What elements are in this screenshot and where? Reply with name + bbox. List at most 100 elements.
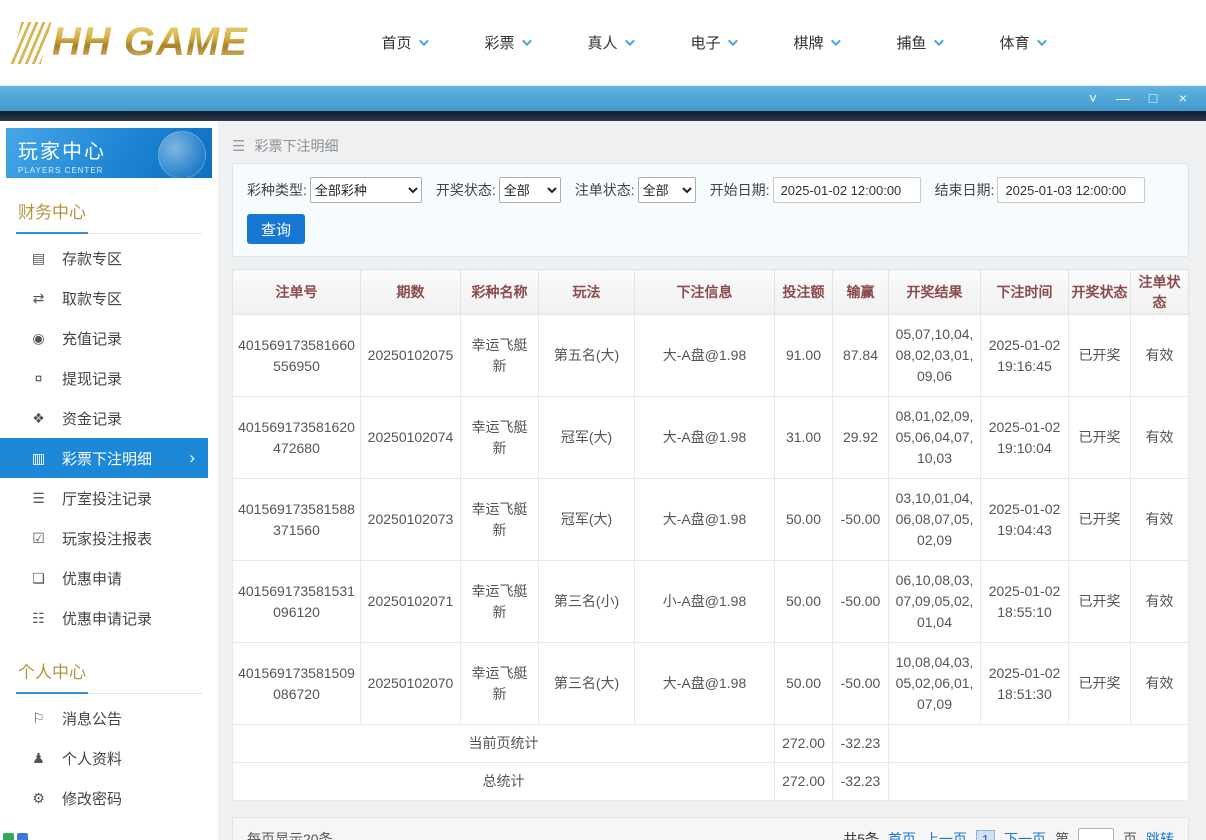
sidebar-item-funds-record[interactable]: ❖ 资金记录: [0, 398, 208, 438]
search-button[interactable]: 查询: [247, 214, 305, 244]
nav-item-label: 真人: [587, 35, 618, 52]
sidebar-item-recharge-record[interactable]: ◉ 充值记录: [0, 318, 208, 358]
cell-bet-time: 2025-01-02 19:16:45: [980, 314, 1069, 397]
cell-bet-info: 大-A盘@1.98: [634, 642, 775, 725]
deposit-icon: ▤: [31, 249, 46, 266]
sidebar-item-withdraw[interactable]: ⇄ 取款专区: [0, 278, 208, 318]
logo[interactable]: HH GAME: [10, 20, 306, 65]
chevron-down-icon[interactable]: ˅: [1078, 86, 1108, 111]
sidebar-item-profile[interactable]: ♟ 个人资料: [0, 738, 208, 778]
sidebar-item-lottery-bet-detail[interactable]: ▥ 彩票下注明细 ›: [0, 438, 208, 478]
col-header-bet-info: 下注信息: [634, 269, 775, 315]
logo-stripes-icon: [10, 21, 52, 64]
sidebar-item-label: 个人资料: [62, 750, 123, 768]
nav-item-7[interactable]: 体育: [970, 32, 1073, 53]
sidebar-title: 玩家中心: [18, 141, 106, 163]
nav-item-1[interactable]: 首页: [352, 32, 455, 53]
col-header-bet-time: 下注时间: [980, 269, 1069, 315]
nav-item-5[interactable]: 棋牌: [764, 32, 867, 53]
draw-status-select[interactable]: 全部: [498, 177, 561, 203]
nav-item-4[interactable]: 电子: [661, 32, 764, 53]
table-row: 401569173581620472680 20250102074 幸运飞艇新 冠军(…: [232, 396, 1189, 479]
cell-lottery-name: 幸运飞艇新: [460, 642, 539, 725]
sidebar-item-room-bet-record[interactable]: ☰ 厅室投注记录: [0, 478, 208, 518]
chevron-down-icon: [624, 36, 635, 47]
lottery-type-select[interactable]: 全部彩种: [309, 177, 422, 203]
cell-bet-amount: 31.00: [774, 396, 833, 479]
cell-win-loss: -50.00: [832, 560, 889, 643]
sidebar-item-promo-apply-record[interactable]: ☷ 优惠申请记录: [0, 598, 208, 638]
gear-icon: ⚙: [32, 789, 45, 806]
promo-apply-icon: ❏: [32, 569, 45, 586]
table-row: 401569173581660556950 20250102075 幸运飞艇新 第五名…: [232, 314, 1189, 397]
cell-bet-time: 2025-01-02 19:10:04: [980, 396, 1069, 479]
chevron-down-icon: [933, 36, 944, 47]
col-header-order-id: 注单号: [232, 269, 361, 315]
close-icon[interactable]: ×: [1168, 86, 1198, 111]
end-date-label: 结束日期:: [934, 182, 995, 198]
summary-label: 总统计: [232, 762, 775, 801]
sidebar-item-change-password[interactable]: ⚙ 修改密码: [0, 778, 208, 818]
announcement-bell-icon: ⚐: [32, 709, 45, 726]
sidebar: 玩家中心 PLAYERS CENTER 财务中心 ▤ 存款专区 ⇄ 取款专区 ◉ 充值记录 ¤…: [0, 121, 218, 840]
cell-order-id: 401569173581509086720: [232, 642, 361, 725]
cell-period: 20250102071: [360, 560, 461, 643]
cell-period: 20250102075: [360, 314, 461, 397]
lottery-type-label: 彩种类型:: [247, 182, 307, 198]
nav-item-6[interactable]: 捕鱼: [867, 32, 970, 53]
sidebar-item-deposit[interactable]: ▤ 存款专区: [0, 238, 208, 278]
order-status-select[interactable]: 全部: [637, 177, 696, 203]
draw-status-label: 开奖状态:: [435, 182, 496, 198]
col-header-lottery-name: 彩种名称: [460, 269, 539, 315]
cell-play-type: 冠军(大): [538, 396, 635, 479]
chevron-down-icon: [521, 36, 532, 47]
cell-draw-result: 08,01,02,09,05,06,04,07,10,03: [888, 396, 981, 479]
next-page-link[interactable]: 下一页: [1004, 829, 1046, 840]
cell-play-type: 第三名(大): [538, 642, 635, 725]
prev-page-link[interactable]: 上一页: [925, 829, 967, 840]
cell-draw-result: 06,10,08,03,07,09,05,02,01,04: [888, 560, 981, 643]
cell-order-status: 有效: [1130, 396, 1189, 479]
cell-bet-amount: 50.00: [774, 560, 833, 643]
nav-item-label: 捕鱼: [896, 35, 927, 52]
table-body: 401569173581660556950 20250102075 幸运飞艇新 第五名…: [232, 314, 1189, 801]
cell-lottery-name: 幸运飞艇新: [460, 478, 539, 561]
col-header-play-type: 玩法: [538, 269, 635, 315]
nav-item-2[interactable]: 彩票: [455, 32, 558, 53]
sidebar-item-promo-apply[interactable]: ❏ 优惠申请: [0, 558, 208, 598]
sidebar-item-label: 充值记录: [62, 330, 123, 348]
taskbar-blue-icon: [17, 833, 28, 840]
end-date-input[interactable]: [997, 177, 1146, 203]
start-date-input[interactable]: [772, 177, 921, 203]
cell-bet-info: 大-A盘@1.98: [634, 314, 775, 397]
current-page[interactable]: 1: [976, 829, 995, 840]
sidebar-item-label: 修改密码: [62, 790, 123, 808]
recharge-record-icon: ◉: [32, 329, 45, 346]
sidebar-item-label: 资金记录: [62, 410, 123, 428]
breadcrumb: ☰ 彩票下注明细: [232, 129, 1189, 163]
cell-play-type: 冠军(大): [538, 478, 635, 561]
first-page-link[interactable]: 首页: [888, 829, 916, 840]
sidebar-item-announcements[interactable]: ⚐ 消息公告: [0, 698, 208, 738]
cell-bet-amount: 50.00: [774, 478, 833, 561]
summary-win-loss: -32.23: [832, 724, 889, 763]
sidebar-item-cashout-record[interactable]: ¤ 提现记录: [0, 358, 208, 398]
chevron-down-icon: [418, 36, 429, 47]
minimize-icon[interactable]: —: [1108, 86, 1138, 111]
cell-order-status: 有效: [1130, 560, 1189, 643]
menu-icon[interactable]: ☰: [232, 137, 245, 155]
summary-row: 总统计 272.00 -32.23: [232, 762, 1189, 801]
table-row: 401569173581509086720 20250102070 幸运飞艇新 第三名…: [232, 642, 1189, 725]
chevron-down-icon: [830, 36, 841, 47]
jump-button[interactable]: 跳转: [1146, 829, 1174, 840]
cell-lottery-name: 幸运飞艇新: [460, 560, 539, 643]
page-jump-input[interactable]: [1078, 828, 1114, 840]
sidebar-section-heading: 财务中心: [16, 190, 202, 234]
maximize-icon[interactable]: □: [1138, 86, 1168, 111]
nav-item-3[interactable]: 真人: [558, 32, 661, 53]
cell-draw-result: 05,07,10,04,08,02,03,01,09,06: [888, 314, 981, 397]
col-header-win-loss: 输赢: [832, 269, 889, 315]
sidebar-item-player-bet-report[interactable]: ☑ 玩家投注报表: [0, 518, 208, 558]
cell-draw-result: 03,10,01,04,06,08,07,05,02,09: [888, 478, 981, 561]
summary-bet-amount: 272.00: [774, 762, 833, 801]
